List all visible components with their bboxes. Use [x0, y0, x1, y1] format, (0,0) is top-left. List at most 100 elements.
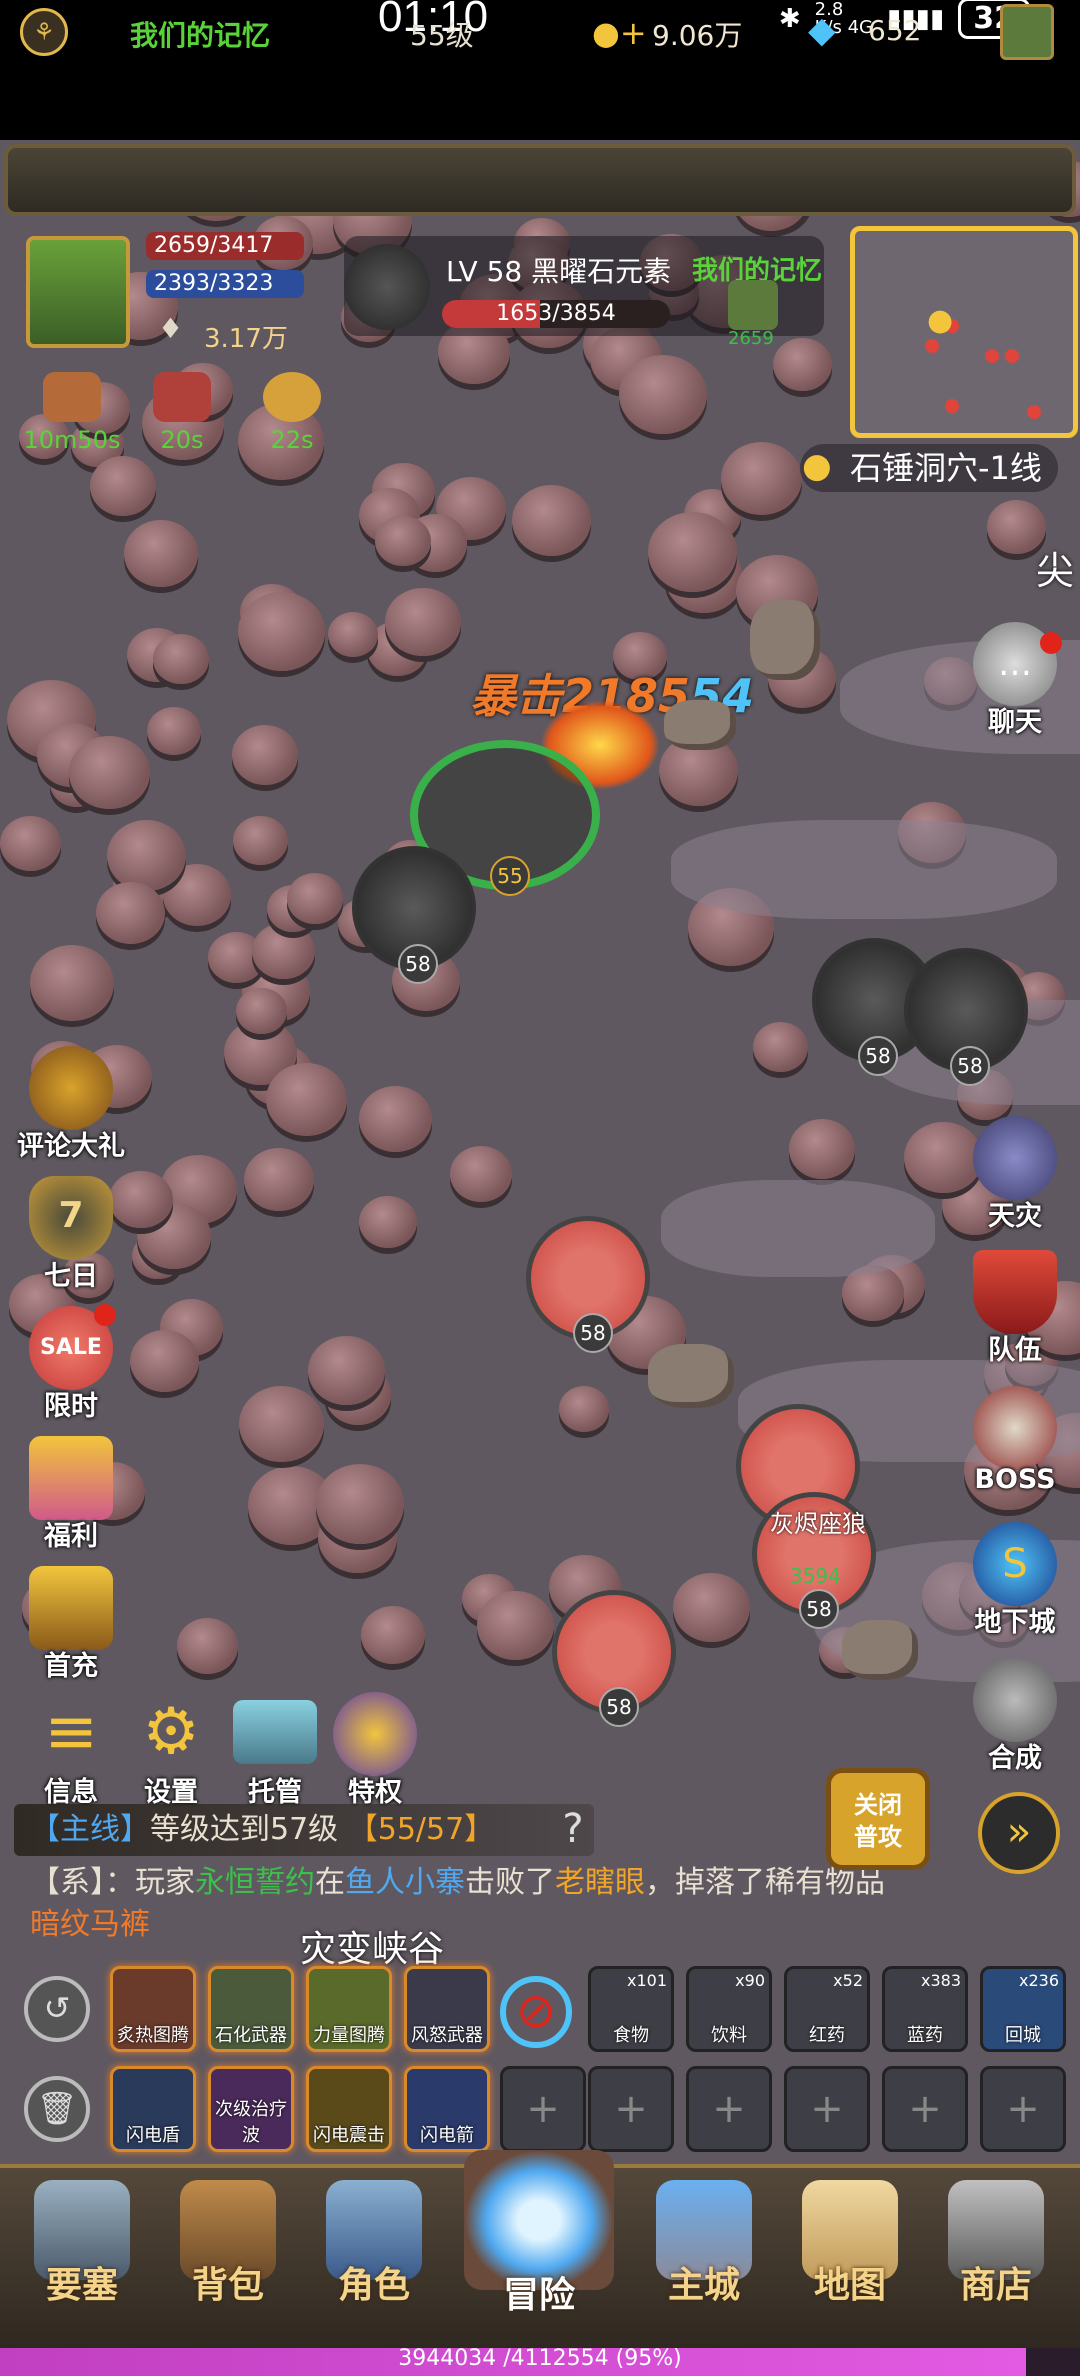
right-edge-label: 尖	[1036, 549, 1075, 593]
nav-adventure[interactable]: 冒险	[454, 2150, 624, 2318]
tree	[619, 355, 708, 435]
buff-meat[interactable]: 10m50s	[22, 372, 122, 454]
expand-arrow-button[interactable]: »	[978, 1792, 1060, 1874]
buff-bacon[interactable]: 20s	[142, 372, 222, 454]
ash-wolf[interactable]: 58	[552, 1590, 676, 1727]
tree	[130, 1329, 199, 1392]
quest-text: 等级达到57级	[150, 1812, 339, 1847]
ash-wolf[interactable]: 58	[526, 1216, 650, 1353]
guild-emblem-icon[interactable]: ⚘	[20, 8, 68, 56]
disaster-button[interactable]: 天灾	[960, 1116, 1070, 1233]
skill-slot[interactable]: 炙热图腾	[110, 1966, 196, 2052]
boss-skull-icon	[973, 1386, 1057, 1470]
trash-button[interactable]: 🗑	[24, 2076, 90, 2142]
nav-shop[interactable]: 商店	[936, 2180, 1056, 2308]
empty-slot[interactable]: +	[980, 2066, 1066, 2152]
totem-avatar-icon[interactable]	[1000, 4, 1054, 60]
player-level: 55级	[410, 19, 474, 52]
item-label: 回城	[1005, 2025, 1041, 2046]
item-count: x236	[1018, 1971, 1059, 1990]
empty-slot[interactable]: +	[686, 2066, 772, 2152]
location-label[interactable]: 石锤洞穴-1线	[800, 444, 1058, 492]
tree	[286, 872, 344, 924]
tree	[235, 988, 287, 1035]
diamond-amount: 652	[868, 14, 922, 47]
toggle-normal-attack-button[interactable]: 关闭 普攻	[826, 1768, 930, 1870]
craft-button[interactable]: 合成	[960, 1658, 1070, 1775]
rock	[664, 700, 736, 750]
tree	[647, 512, 737, 593]
gold-icon[interactable]: ●+	[592, 14, 647, 52]
empty-slot[interactable]: +	[588, 2066, 674, 2152]
nav-fortress[interactable]: 要塞	[22, 2180, 142, 2308]
dungeon-button[interactable]: S 地下城	[960, 1522, 1070, 1639]
tree	[239, 1385, 324, 1463]
skill-label: 石化武器	[215, 2025, 287, 2046]
tree	[123, 520, 199, 588]
empty-slot[interactable]: +	[784, 2066, 870, 2152]
auto-button[interactable]: 托管	[220, 1692, 330, 1809]
welfare-button[interactable]: 福利	[16, 1436, 126, 1553]
skill-slot[interactable]: 闪电震击	[306, 2066, 392, 2152]
skill-label: 风怒武器	[411, 2025, 483, 2046]
nav-character[interactable]: 角色	[314, 2180, 434, 2308]
hammer-icon	[973, 1658, 1057, 1742]
obsidian-elemental[interactable]: 58	[904, 948, 1028, 1086]
diamond-icon[interactable]: ◆	[808, 10, 836, 51]
empty-slot[interactable]: +	[882, 2066, 968, 2152]
privilege-button[interactable]: 特权	[320, 1692, 430, 1809]
team-button[interactable]: 队伍	[960, 1250, 1070, 1367]
first-charge-button[interactable]: 首充	[16, 1566, 126, 1683]
tree	[558, 1386, 610, 1432]
skill-label: 闪电震击	[313, 2125, 385, 2146]
minimap-enemy-dot	[985, 349, 999, 363]
plus-icon: +	[908, 2086, 942, 2132]
tree	[789, 1119, 856, 1179]
mob-level-badge: 58	[573, 1313, 613, 1353]
item-slot-food[interactable]: x101 食物	[588, 1966, 674, 2052]
obsidian-elemental[interactable]: 58	[352, 846, 476, 984]
skill-label: 闪电箭	[420, 2125, 474, 2146]
skill-slot[interactable]: 闪电盾	[110, 2066, 196, 2152]
tree	[511, 484, 592, 557]
tree	[315, 1464, 404, 1544]
minimap[interactable]: ●	[850, 226, 1078, 438]
toggle-line1: 关闭	[854, 1791, 902, 1819]
buff-banana[interactable]: 22s	[252, 372, 332, 454]
nav-main-city[interactable]: 主城	[644, 2180, 764, 2308]
skill-slot[interactable]: 次级治疗波	[208, 2066, 294, 2152]
tree	[232, 725, 299, 785]
minimap-enemy-dot	[925, 339, 939, 353]
plus-icon: +	[1006, 2086, 1040, 2132]
item-slot-return[interactable]: x236 回城	[980, 1966, 1066, 2052]
player-hp-bar: 2659/3417	[146, 232, 304, 260]
player-portrait[interactable]	[26, 236, 130, 348]
item-slot-drink[interactable]: x90 饮料	[686, 1966, 772, 2052]
disabled-skill-icon[interactable]: ⊘	[500, 1976, 572, 2048]
tree	[147, 706, 201, 755]
skill-slot[interactable]: 风怒武器	[404, 1966, 490, 2052]
shield-seven-icon: 7	[29, 1176, 113, 1260]
nav-map[interactable]: 地图	[790, 2180, 910, 2308]
skill-slot[interactable]: 闪电箭	[404, 2066, 490, 2152]
quest-help-icon[interactable]: ?	[552, 1806, 594, 1856]
zone-name: 灾变峡谷	[300, 1929, 445, 1970]
nav-bag[interactable]: 背包	[168, 2180, 288, 2308]
skill-slot[interactable]: 力量图腾	[306, 1966, 392, 2052]
empty-slot[interactable]: +	[500, 2066, 586, 2152]
rock	[648, 1344, 734, 1408]
seven-days-button[interactable]: 7 七日	[16, 1176, 126, 1293]
main-quest-tracker[interactable]: 【主线】等级达到57级 【55/57】	[14, 1804, 594, 1856]
boss-button[interactable]: BOSS	[960, 1386, 1070, 1495]
review-gift-button[interactable]: 评论大礼	[16, 1046, 126, 1163]
item-slot-blue-potion[interactable]: x383 蓝药	[882, 1966, 968, 2052]
item-slot-red-potion[interactable]: x52 红药	[784, 1966, 870, 2052]
settings-button[interactable]: ⚙ 设置	[116, 1692, 226, 1809]
skill-slot[interactable]: 石化武器	[208, 1966, 294, 2052]
tree	[96, 882, 166, 945]
info-button[interactable]: ≡ 信息	[16, 1692, 126, 1809]
treasure-chest-icon	[29, 1566, 113, 1650]
ally-avatar[interactable]	[728, 280, 778, 330]
swap-button[interactable]: ↺	[24, 1976, 90, 2042]
plus-icon: +	[712, 2086, 746, 2132]
